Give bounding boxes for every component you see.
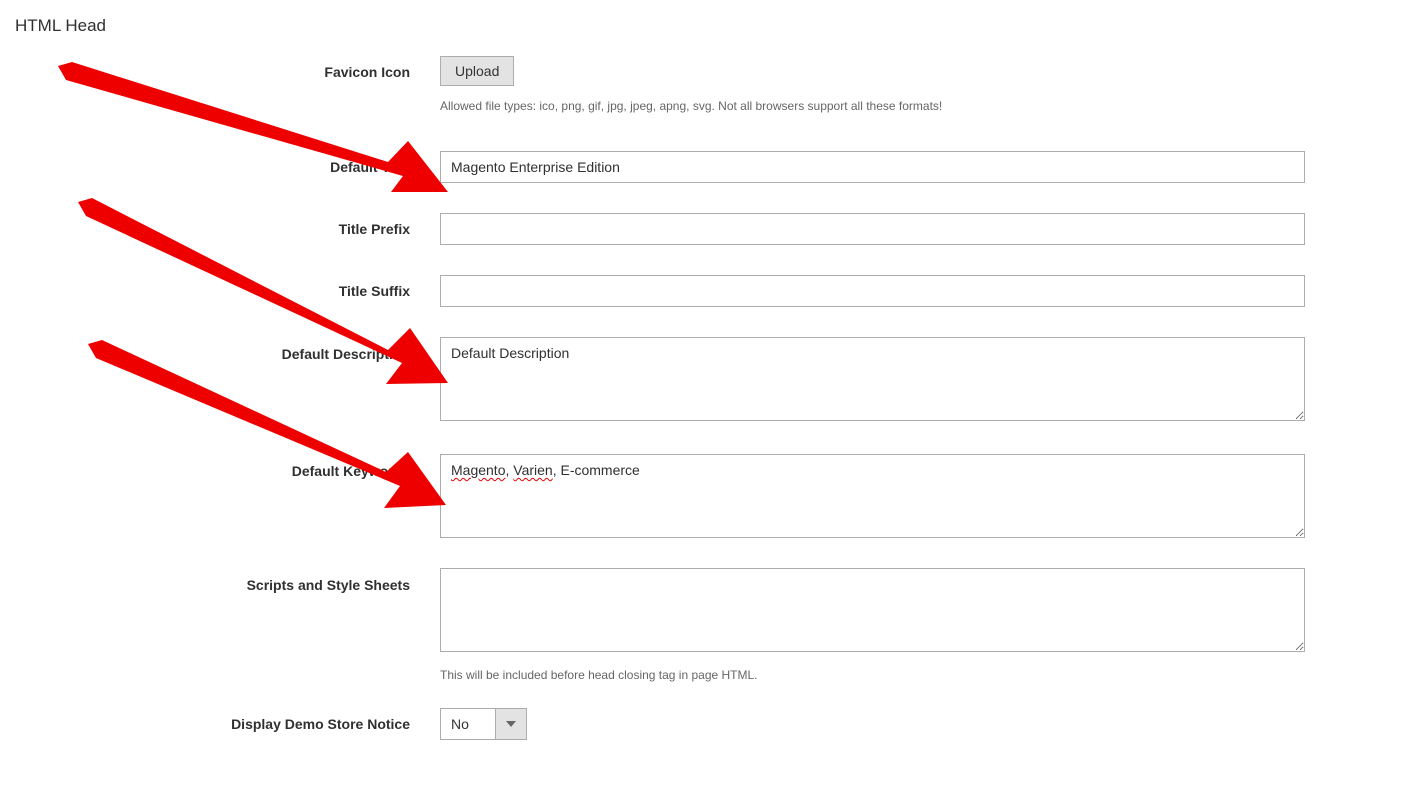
chevron-down-icon (506, 721, 516, 727)
label-scripts: Scripts and Style Sheets (0, 568, 440, 596)
default-keywords-textarea[interactable]: Magento, Varien, E-commerce (440, 454, 1305, 538)
upload-button[interactable]: Upload (440, 56, 514, 86)
scripts-hint: This will be included before head closin… (440, 667, 1305, 684)
default-description-textarea[interactable]: Default Description (440, 337, 1305, 421)
title-prefix-input[interactable] (440, 213, 1305, 245)
keyword-magento: Magento (451, 462, 505, 478)
section-title: HTML Head (0, 0, 1402, 36)
label-demo-notice: Display Demo Store Notice (0, 708, 440, 740)
row-default-keywords: Default Keywords Magento, Varien, E-comm… (0, 454, 1402, 538)
demo-notice-value: No (440, 708, 495, 740)
row-default-description: Default Description Default Description (0, 337, 1402, 424)
default-title-input[interactable] (440, 151, 1305, 183)
row-title-suffix: Title Suffix (0, 275, 1402, 307)
label-title-prefix: Title Prefix (0, 213, 440, 245)
demo-notice-select[interactable]: No (440, 708, 527, 740)
title-suffix-input[interactable] (440, 275, 1305, 307)
scripts-textarea[interactable] (440, 568, 1305, 652)
row-title-prefix: Title Prefix (0, 213, 1402, 245)
label-title-suffix: Title Suffix (0, 275, 440, 307)
label-favicon-icon: Favicon Icon (0, 56, 440, 88)
row-demo-notice: Display Demo Store Notice No (0, 708, 1402, 740)
row-scripts: Scripts and Style Sheets This will be in… (0, 568, 1402, 684)
label-default-description: Default Description (0, 337, 440, 365)
label-default-title: Default Title (0, 151, 440, 183)
keyword-rest: , E-commerce (553, 462, 640, 478)
row-default-title: Default Title (0, 151, 1402, 183)
select-dropdown-button[interactable] (495, 708, 527, 740)
label-default-keywords: Default Keywords (0, 454, 440, 482)
favicon-hint: Allowed file types: ico, png, gif, jpg, … (440, 98, 1305, 115)
html-head-form: Favicon Icon Upload Allowed file types: … (0, 36, 1402, 740)
keyword-varien: Varien (513, 462, 552, 478)
row-favicon: Favicon Icon Upload Allowed file types: … (0, 56, 1402, 115)
